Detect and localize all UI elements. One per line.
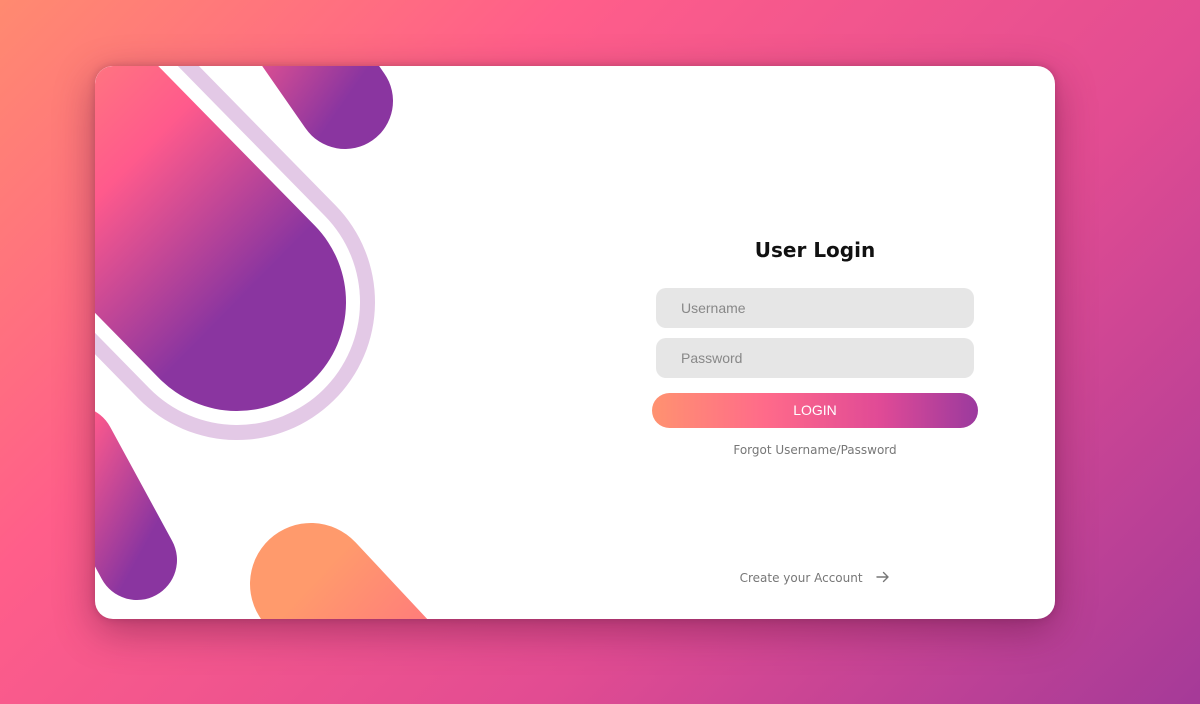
decor-orange-pill — [250, 523, 428, 619]
arrow-right-icon — [876, 571, 890, 586]
username-input[interactable] — [656, 288, 974, 328]
decor-large-pill — [95, 66, 346, 411]
page-title: User Login — [754, 238, 876, 262]
password-input[interactable] — [656, 338, 974, 378]
create-account-label: Create your Account — [739, 571, 863, 585]
login-card: User Login LOGIN Forgot Username/Passwor… — [95, 66, 1055, 619]
forgot-password-link[interactable]: Forgot Username/Password — [652, 443, 978, 457]
login-button[interactable]: LOGIN — [652, 393, 978, 428]
create-account-link[interactable]: Create your Account — [652, 571, 978, 586]
decor-small-pill — [95, 411, 177, 600]
decor-top-pill — [262, 66, 393, 149]
